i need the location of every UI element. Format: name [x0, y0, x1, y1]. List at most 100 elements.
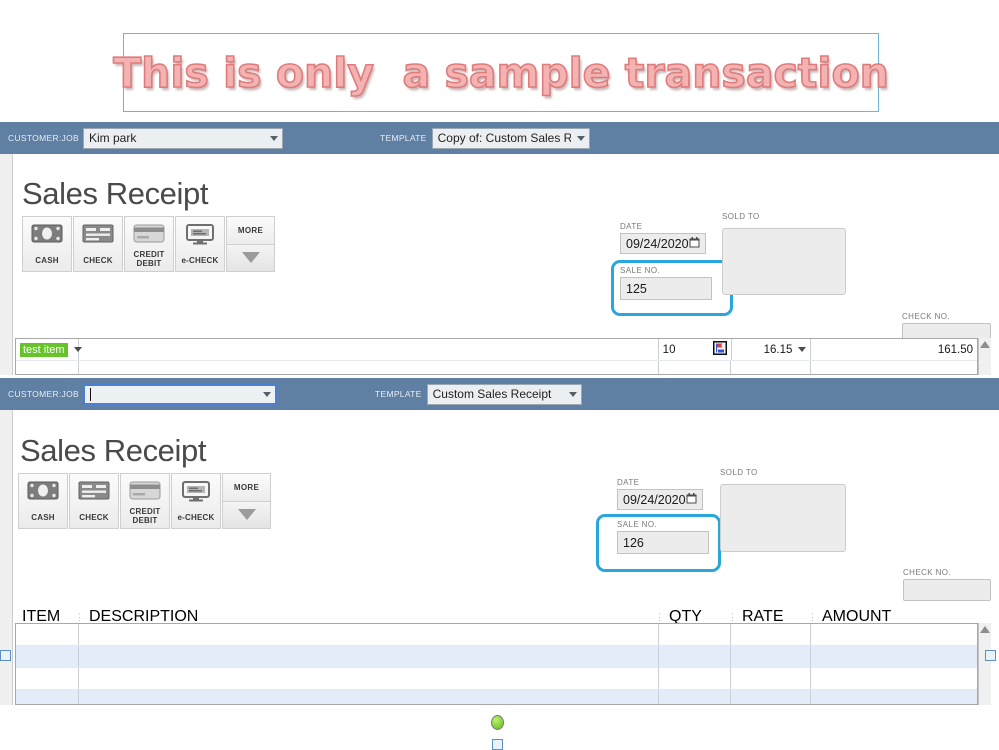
- form1-row0-qty-cell[interactable]: 10: [659, 339, 732, 360]
- split-handle-top-icon[interactable]: [491, 715, 504, 730]
- form2-date-field[interactable]: 09/24/2020: [617, 489, 703, 510]
- chevron-down-icon[interactable]: [576, 135, 585, 141]
- form2-row0-description-cell[interactable]: [79, 624, 659, 645]
- table-row[interactable]: [16, 646, 977, 668]
- payment-cash-button[interactable]: CASH: [22, 216, 72, 272]
- form1-date-field[interactable]: 09/24/2020: [620, 233, 706, 254]
- form2-vertical-scrollbar[interactable]: [978, 623, 991, 705]
- form2-row1-amount-cell[interactable]: [811, 646, 977, 667]
- split-handle-bottom-icon[interactable]: [492, 739, 503, 750]
- form1-row0-item-value: test item: [20, 342, 68, 357]
- chevron-down-icon[interactable]: [568, 391, 577, 397]
- banknote-icon: [31, 224, 63, 248]
- form2-row2-description-cell[interactable]: [79, 668, 659, 689]
- chevron-down-icon: [237, 509, 256, 521]
- form1-payment-method-bar: CASH CHECK CREDIT DEBIT e-CHECK MORE: [22, 216, 275, 272]
- form2-row2-item-cell[interactable]: [16, 668, 79, 689]
- form1-row1-amount-cell[interactable]: [811, 361, 977, 374]
- chevron-down-icon[interactable]: [262, 391, 271, 397]
- form2-row2-qty-cell[interactable]: [659, 668, 732, 689]
- payment-more-label: MORE: [226, 216, 275, 244]
- payment-echeck-button[interactable]: e-CHECK: [171, 473, 221, 529]
- calendar-icon[interactable]: [689, 236, 700, 251]
- form1-row1-qty-cell[interactable]: [659, 361, 732, 374]
- form1-row1-item-cell[interactable]: [16, 361, 79, 374]
- form1-customer-job-combo[interactable]: Kim park: [82, 127, 283, 149]
- form1-template-label: TEMPLATE: [379, 133, 427, 143]
- calendar-icon[interactable]: [686, 492, 697, 507]
- form2-row0-qty-cell[interactable]: [659, 624, 732, 645]
- form2-row1-description-cell[interactable]: [79, 646, 659, 667]
- payment-credit-debit-button[interactable]: CREDIT DEBIT: [120, 473, 170, 529]
- form2-row3-amount-cell[interactable]: [811, 690, 977, 704]
- form1-row1-description-cell[interactable]: [79, 361, 659, 374]
- form1-row0-amount-cell[interactable]: 161.50: [811, 339, 977, 360]
- form2-row3-item-cell[interactable]: [16, 690, 79, 704]
- form1-sold-to-field[interactable]: [722, 228, 846, 295]
- form2-col-qty-wrap: ⋮ QTY: [655, 608, 702, 625]
- payment-more-expand[interactable]: [222, 500, 271, 529]
- table-row[interactable]: [16, 668, 977, 690]
- scroll-up-icon[interactable]: [980, 341, 990, 348]
- scroll-up-icon[interactable]: [980, 626, 990, 633]
- form2-row2-rate-cell[interactable]: [731, 668, 812, 689]
- form2-split-handle-left-icon[interactable]: [0, 650, 11, 661]
- chevron-down-icon: [241, 252, 260, 264]
- form1-vertical-scrollbar[interactable]: [978, 338, 991, 375]
- form1-titlebar: CUSTOMER:JOB Kim park TEMPLATE Copy of: …: [0, 122, 999, 154]
- table-row[interactable]: [16, 624, 977, 646]
- payment-more-expand[interactable]: [226, 243, 275, 272]
- form1-template-combo[interactable]: Copy of: Custom Sales Re...: [431, 127, 590, 149]
- form2-row1-qty-cell[interactable]: [659, 646, 732, 667]
- form1-row0-description-cell[interactable]: [79, 339, 659, 360]
- form1-line-item-grid[interactable]: test item 10 16.15 161.50: [15, 338, 978, 375]
- form2-sold-to-field[interactable]: [720, 484, 846, 552]
- form1-sold-to-group: SOLD TO: [722, 212, 760, 223]
- form1-date-value: 09/24/2020: [626, 236, 689, 251]
- form2-row0-rate-cell[interactable]: [731, 624, 812, 645]
- form2-customer-job-combo[interactable]: [82, 383, 277, 405]
- form1-left-gutter: [0, 154, 13, 375]
- payment-echeck-button[interactable]: e-CHECK: [175, 216, 225, 272]
- form1-date-group: DATE 09/24/2020: [620, 222, 706, 254]
- form2-template-combo[interactable]: Custom Sales Receipt: [426, 383, 582, 405]
- form1-row0-item-cell[interactable]: test item: [16, 339, 82, 360]
- table-row[interactable]: test item 10 16.15 161.50: [16, 339, 977, 361]
- credit-card-icon: [129, 481, 161, 505]
- payment-more-button[interactable]: MORE: [222, 473, 271, 529]
- payment-check-button[interactable]: CHECK: [73, 216, 123, 272]
- payment-cash-button[interactable]: CASH: [18, 473, 68, 529]
- form2-line-item-grid[interactable]: [15, 623, 978, 705]
- payment-echeck-label: e-CHECK: [181, 256, 219, 265]
- form2-split-handle-icon[interactable]: [985, 650, 996, 661]
- chevron-down-icon[interactable]: [269, 135, 278, 141]
- form2-col-description-wrap: ⋮ DESCRIPTION: [75, 608, 198, 625]
- form2-check-no-field[interactable]: [903, 579, 991, 601]
- form1-sale-no-highlight: [611, 260, 733, 316]
- form2-row1-rate-cell[interactable]: [731, 646, 812, 667]
- payment-more-button[interactable]: MORE: [226, 216, 275, 272]
- form2-date-group: DATE 09/24/2020: [617, 478, 703, 510]
- table-row[interactable]: [16, 361, 977, 374]
- form2-row1-item-cell[interactable]: [16, 646, 79, 667]
- form1-sold-to-label: SOLD TO: [722, 212, 760, 221]
- form2-row3-description-cell[interactable]: [79, 690, 659, 704]
- form2-row2-amount-cell[interactable]: [811, 668, 977, 689]
- table-row[interactable]: [16, 690, 977, 704]
- chevron-down-icon[interactable]: [798, 347, 807, 352]
- form2-row0-item-cell[interactable]: [16, 624, 79, 645]
- form2-template-label: TEMPLATE: [374, 389, 422, 399]
- form2-row3-rate-cell[interactable]: [731, 690, 812, 704]
- form2-sale-no-highlight: [596, 514, 721, 572]
- payment-credit-debit-button[interactable]: CREDIT DEBIT: [124, 216, 174, 272]
- credit-line1: CREDIT: [133, 250, 165, 259]
- payment-check-button[interactable]: CHECK: [69, 473, 119, 529]
- check-icon: [82, 224, 114, 248]
- qty-flag-icon[interactable]: [712, 341, 727, 358]
- form2-row3-qty-cell[interactable]: [659, 690, 732, 704]
- form1-row1-rate-cell[interactable]: [731, 361, 812, 374]
- form1-template-value: Copy of: Custom Sales Re...: [437, 131, 571, 145]
- form1-row0-rate-cell[interactable]: 16.15: [732, 339, 812, 360]
- form2-check-no-group: CHECK NO.: [903, 568, 991, 601]
- form2-row0-amount-cell[interactable]: [811, 624, 977, 645]
